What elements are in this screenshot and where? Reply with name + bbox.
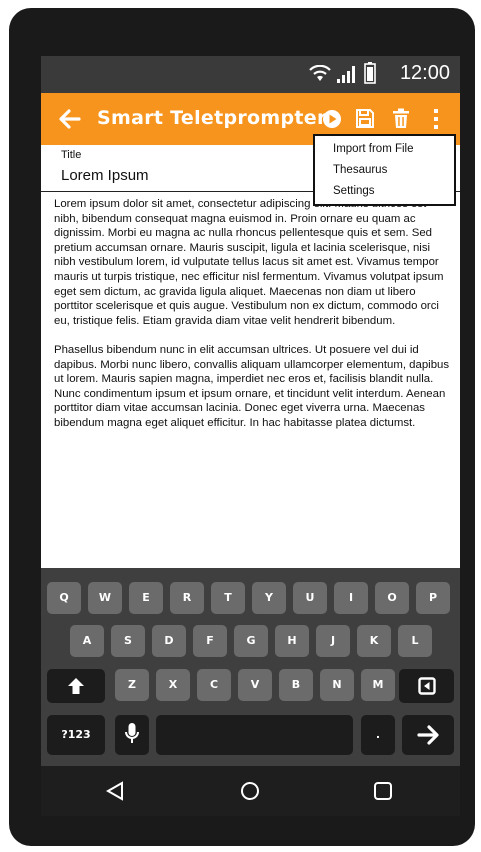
trash-icon[interactable] [392, 108, 410, 129]
more-vert-icon[interactable] [433, 109, 439, 129]
key-a[interactable]: A [70, 625, 104, 657]
app-title: Smart Teletprompter [97, 107, 327, 129]
key-n[interactable]: N [320, 669, 354, 701]
triangle-back-icon[interactable] [105, 781, 125, 801]
key-q[interactable]: Q [47, 582, 81, 614]
key-g[interactable]: G [234, 625, 268, 657]
key-v[interactable]: V [238, 669, 272, 701]
save-icon[interactable] [355, 108, 375, 129]
shift-arrow-icon [68, 678, 84, 694]
menu-item-import-from-file[interactable]: Import from File [333, 143, 414, 155]
period-key[interactable]: . [361, 715, 395, 755]
menu-item-thesaurus[interactable]: Thesaurus [333, 164, 387, 176]
key-t[interactable]: T [211, 582, 245, 614]
navigation-bar [41, 766, 460, 816]
key-e[interactable]: E [129, 582, 163, 614]
script-paragraph: Phasellus bibendum nunc in elit accumsan… [54, 343, 450, 429]
key-i[interactable]: I [334, 582, 368, 614]
script-text-area[interactable]: Lorem ipsum dolor sit amet, consectetur … [54, 197, 452, 445]
overflow-menu: Import from File Thesaurus Settings [313, 134, 456, 206]
symbols-key[interactable]: ?123 [47, 715, 105, 755]
key-p[interactable]: P [416, 582, 450, 614]
status-time: 12:00 [399, 62, 450, 84]
space-bar[interactable] [156, 715, 353, 755]
arrow-right-icon [417, 725, 439, 745]
title-field-value[interactable]: Lorem Ipsum [61, 167, 149, 184]
key-w[interactable]: W [88, 582, 122, 614]
backspace-key[interactable] [399, 669, 454, 703]
shift-key[interactable] [47, 669, 105, 703]
key-m[interactable]: M [361, 669, 395, 701]
title-field-label: Title [61, 149, 82, 161]
key-f[interactable]: F [193, 625, 227, 657]
key-y[interactable]: Y [252, 582, 286, 614]
wifi-icon [309, 65, 331, 81]
script-paragraph: Lorem ipsum dolor sit amet, consectetur … [54, 198, 444, 327]
key-x[interactable]: X [156, 669, 190, 701]
screen: 12:00 Smart Teletprompter Title Lorem Ip… [41, 56, 460, 816]
status-bar: 12:00 [41, 56, 460, 93]
key-s[interactable]: S [111, 625, 145, 657]
enter-key[interactable] [402, 715, 454, 755]
backspace-icon [417, 677, 436, 695]
key-z[interactable]: Z [115, 669, 149, 701]
circle-home-icon[interactable] [240, 781, 260, 801]
key-d[interactable]: D [152, 625, 186, 657]
key-l[interactable]: L [398, 625, 432, 657]
key-c[interactable]: C [197, 669, 231, 701]
key-k[interactable]: K [357, 625, 391, 657]
signal-icon [337, 66, 355, 83]
play-icon[interactable] [322, 109, 342, 129]
key-b[interactable]: B [279, 669, 313, 701]
key-j[interactable]: J [316, 625, 350, 657]
key-r[interactable]: R [170, 582, 204, 614]
battery-icon [364, 62, 376, 84]
menu-item-settings[interactable]: Settings [333, 185, 375, 197]
arrow-left-icon[interactable] [59, 109, 81, 129]
mic-icon [125, 723, 139, 743]
mic-key[interactable] [115, 715, 149, 755]
key-h[interactable]: H [275, 625, 309, 657]
square-recent-icon[interactable] [373, 781, 393, 801]
key-u[interactable]: U [293, 582, 327, 614]
key-o[interactable]: O [375, 582, 409, 614]
keyboard: Q W E R T Y U I O P A S D F G H J K L Z … [41, 568, 460, 766]
